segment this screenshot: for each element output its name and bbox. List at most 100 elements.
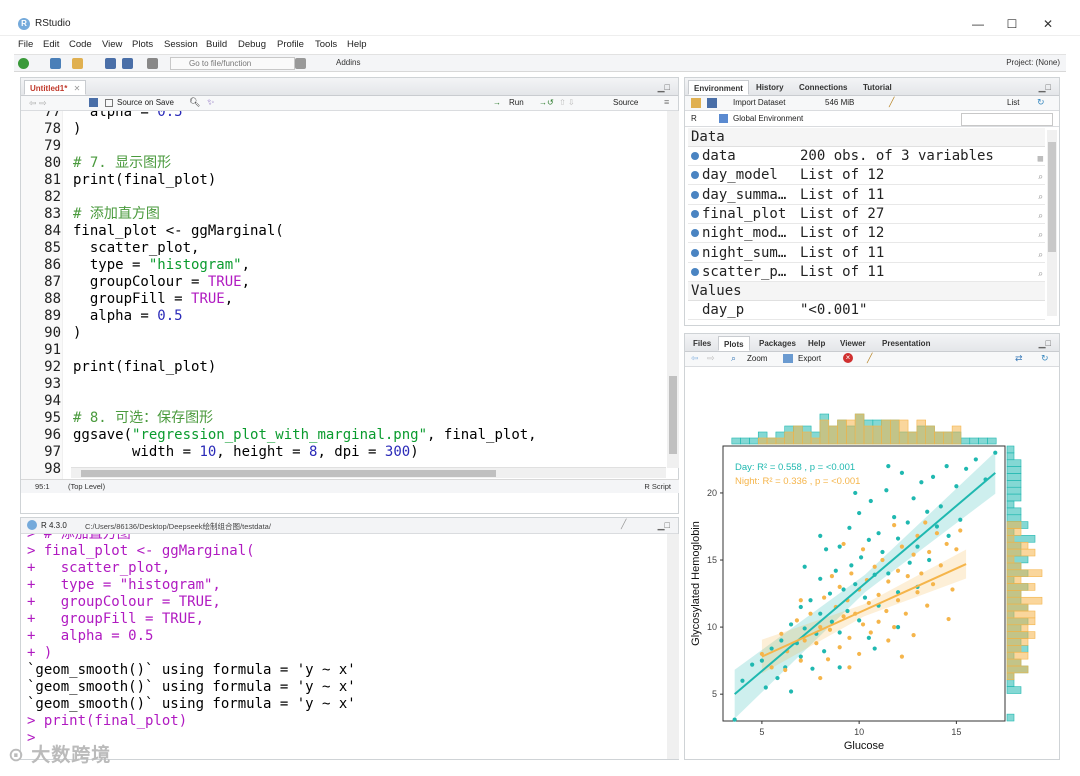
list-view-select[interactable]: List (1007, 98, 1019, 107)
code-text[interactable]: final_plot <- ggMarginal( (73, 223, 284, 240)
code-line[interactable]: 86 type = "histogram", (21, 257, 661, 274)
load-workspace-icon[interactable] (691, 98, 701, 108)
menu-help[interactable]: Help (347, 39, 367, 50)
scope-indicator[interactable]: (Top Level) (68, 482, 105, 491)
back-forward-icon[interactable]: ⇦ ⇨ (29, 98, 47, 109)
language-select[interactable]: R (691, 114, 697, 123)
expand-icon[interactable] (691, 209, 699, 218)
source-on-save-checkbox[interactable] (105, 99, 113, 107)
project-menu[interactable]: Project: (None) (1006, 58, 1060, 67)
tab-help[interactable]: Help (803, 336, 830, 351)
source-button[interactable]: Source (613, 98, 638, 107)
code-line[interactable]: 92 print(final_plot) (21, 359, 661, 376)
expand-icon[interactable] (691, 248, 699, 257)
file-type-indicator[interactable]: R Script (644, 482, 671, 491)
expand-icon[interactable] (691, 171, 699, 180)
code-line[interactable]: 87 groupColour = TRUE, (21, 274, 661, 291)
editor-horizontal-scrollbar[interactable] (71, 467, 666, 478)
tab-untitled1[interactable]: Untitled1* ✕ (24, 80, 87, 95)
menu-code[interactable]: Code (69, 39, 92, 50)
run-arrow-icon[interactable]: → (493, 98, 501, 107)
code-line[interactable]: 79 (21, 138, 661, 155)
expand-icon[interactable] (691, 152, 699, 160)
code-line[interactable]: 83 # 添加直方图 (21, 206, 661, 223)
env-row[interactable]: day_summa… List of 11 ⌕ (688, 186, 1045, 205)
rerun-icon[interactable]: →↺ (539, 98, 554, 107)
code-line[interactable]: 94 (21, 393, 661, 410)
code-line[interactable]: 95 # 8. 可选：保存图形 (21, 410, 661, 427)
menu-plots[interactable]: Plots (132, 39, 153, 50)
editor-hscroll-thumb[interactable] (81, 470, 496, 477)
env-row[interactable]: night_sum… List of 11 ⌕ (688, 244, 1045, 263)
code-text[interactable]: print(final_plot) (73, 359, 216, 376)
editor-save-icon[interactable] (89, 98, 98, 107)
code-line[interactable]: 93 (21, 376, 661, 393)
code-line[interactable]: 84 final_plot <- ggMarginal( (21, 223, 661, 240)
code-text[interactable]: # 添加直方图 (73, 206, 160, 223)
env-minmax-icon[interactable]: ▁□ (1039, 82, 1051, 93)
goto-file-input[interactable]: Go to file/function (170, 57, 295, 70)
plots-refresh-icon[interactable]: ↻ (1041, 353, 1049, 364)
tab-environment[interactable]: Environment (688, 80, 749, 95)
search-icon[interactable]: 🔍︎ (189, 97, 200, 108)
tab-history[interactable]: History (751, 80, 789, 95)
code-text[interactable]: print(final_plot) (73, 172, 216, 189)
menu-view[interactable]: View (102, 39, 122, 50)
export-button[interactable]: Export (798, 354, 821, 363)
code-line[interactable]: 96 ggsave("regression_plot_with_marginal.… (21, 427, 661, 444)
console-minmax-icon[interactable]: ▁□ (658, 520, 670, 531)
code-text[interactable]: ) (73, 325, 81, 342)
code-line[interactable]: 89 alpha = 0.5 (21, 308, 661, 325)
menu-profile[interactable]: Profile (277, 39, 304, 50)
remove-plot-icon[interactable]: × (843, 353, 853, 363)
menu-build[interactable]: Build (206, 39, 227, 50)
zoom-button[interactable]: Zoom (747, 354, 767, 363)
up-down-icon[interactable]: ⇧ ⇩ (559, 98, 575, 107)
code-editor[interactable]: 77 alpha = 0.5 78) 79 80 # 7. 显示图形 81 print(fi… (21, 111, 669, 483)
clear-plots-broom-icon[interactable]: ╱ (867, 353, 872, 364)
working-directory[interactable]: C:/Users/86136/Desktop/Deepseek绘制组合图/tes… (85, 521, 271, 532)
code-text[interactable]: ggsave("regression_plot_with_marginal.pn… (73, 427, 537, 444)
code-line[interactable]: 90) (21, 325, 661, 342)
tab-close-icon[interactable]: ✕ (74, 84, 81, 93)
save-all-icon[interactable] (122, 58, 133, 69)
editor-vertical-scrollbar[interactable] (667, 111, 679, 468)
expand-icon[interactable] (691, 229, 699, 238)
open-file-icon[interactable] (72, 58, 83, 69)
menu-edit[interactable]: Edit (43, 39, 59, 50)
code-line[interactable]: 81 print(final_plot) (21, 172, 661, 189)
console-scrollbar[interactable] (667, 534, 679, 759)
tab-files[interactable]: Files (688, 336, 716, 351)
menu-tools[interactable]: Tools (315, 39, 337, 50)
code-line[interactable]: 80 # 7. 显示图形 (21, 155, 661, 172)
import-dataset-button[interactable]: Import Dataset (733, 98, 785, 107)
magic-wand-icon[interactable]: ✨︎ (207, 97, 214, 108)
expand-icon[interactable] (691, 267, 699, 276)
menu-session[interactable]: Session (164, 39, 198, 50)
menu-debug[interactable]: Debug (238, 39, 266, 50)
code-line[interactable]: 88 groupFill = TRUE, (21, 291, 661, 308)
new-file-icon[interactable] (18, 58, 29, 69)
maximize-button[interactable]: ☐ (1000, 14, 1024, 34)
tab-packages[interactable]: Packages (754, 336, 801, 351)
code-line[interactable]: 85 scatter_plot, (21, 240, 661, 257)
broom-icon[interactable]: ╱ (889, 97, 894, 108)
prev-plot-icon[interactable]: ⇦ (691, 353, 699, 364)
env-row[interactable]: day_model List of 12 ⌕ (688, 166, 1045, 186)
tab-connections[interactable]: Connections (794, 80, 852, 95)
environment-scope-select[interactable]: Global Environment (733, 114, 803, 123)
zoom-icon[interactable]: ⌕ (731, 353, 736, 364)
code-line[interactable]: 82 (21, 189, 661, 206)
code-text[interactable]: scatter_plot, (73, 240, 200, 257)
code-text[interactable]: groupColour = TRUE, (73, 274, 250, 291)
env-scrollbar[interactable] (1047, 130, 1057, 316)
environment-search-input[interactable] (961, 113, 1053, 126)
env-row[interactable]: data 200 obs. of 3 variables ▦ (688, 147, 1045, 166)
outline-icon[interactable]: ≡ (664, 97, 669, 107)
env-row[interactable]: day_p "<0.001" (688, 301, 1045, 320)
code-text[interactable]: width = 10, height = 8, dpi = 300) (73, 444, 419, 461)
console-output[interactable]: > # 添加直方图 > final_plot <- ggMarginal(+ sc… (21, 534, 669, 759)
tab-plots[interactable]: Plots (718, 336, 750, 351)
code-text[interactable]: groupFill = TRUE, (73, 291, 233, 308)
tab-presentation[interactable]: Presentation (877, 336, 935, 351)
